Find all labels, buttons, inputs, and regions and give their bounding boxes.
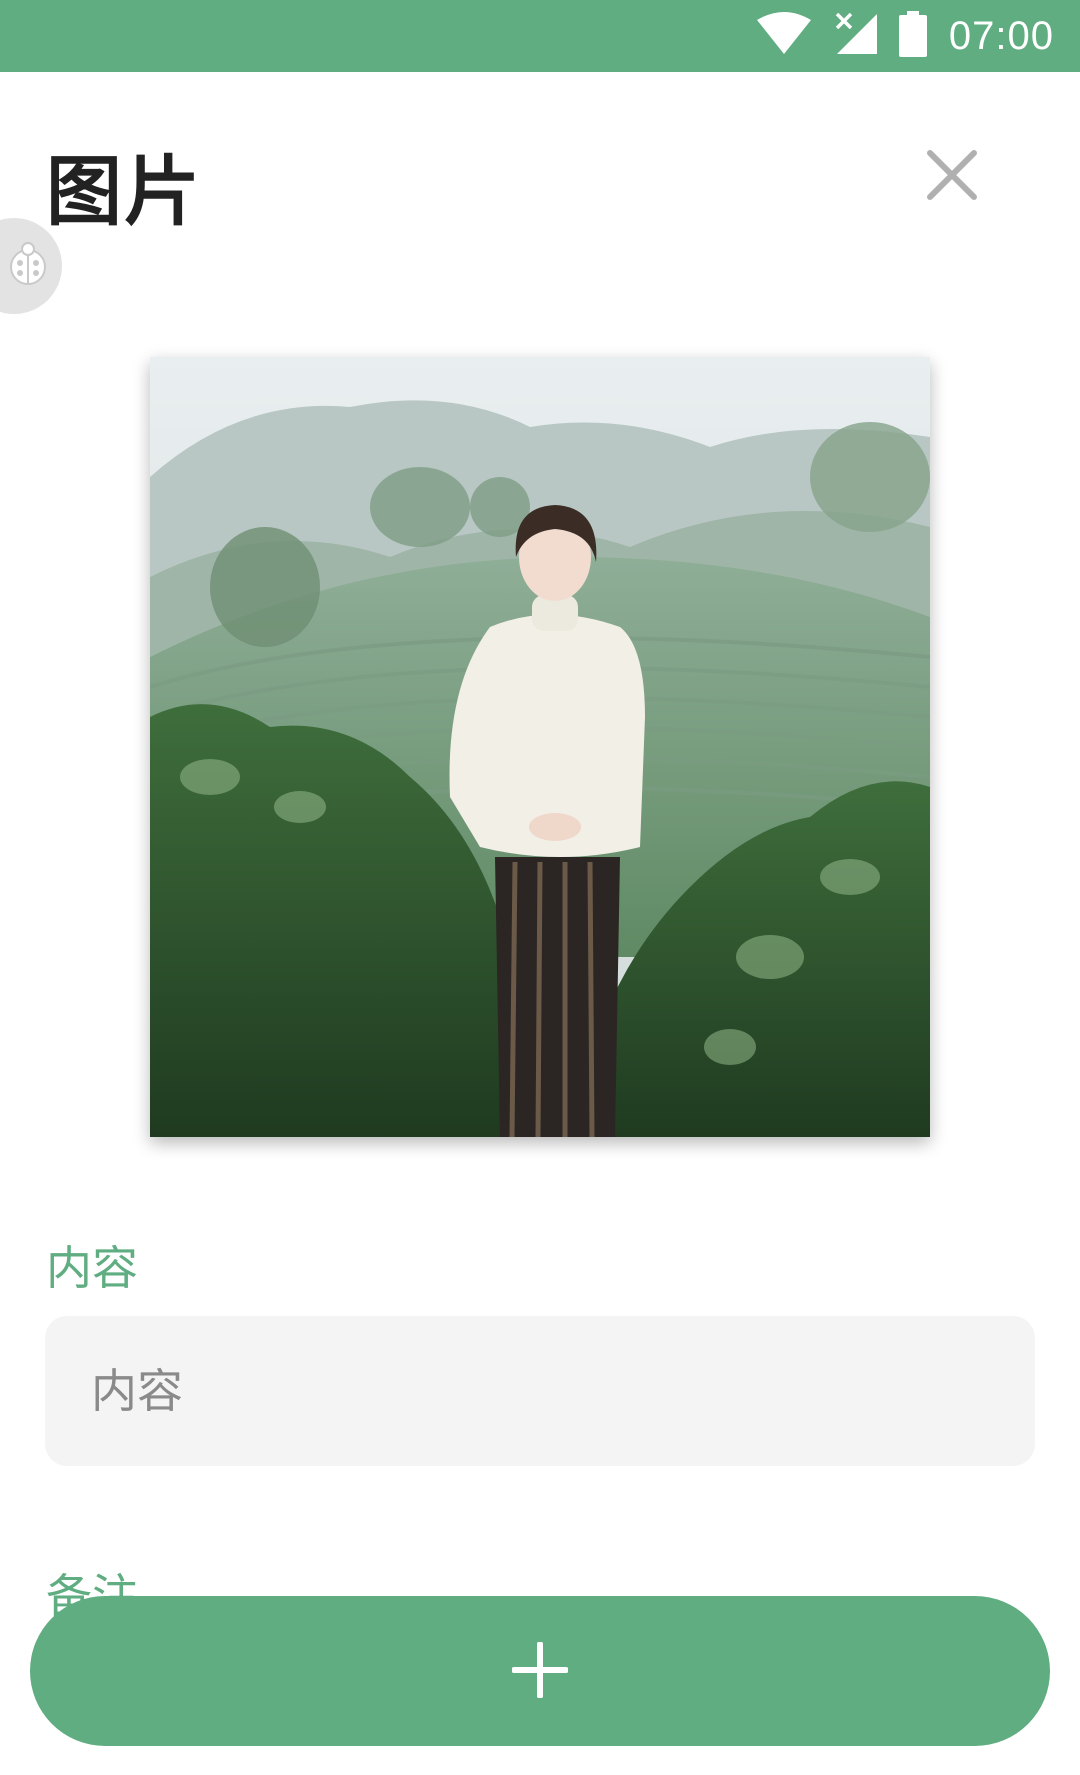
content-label: 内容 xyxy=(46,1241,138,1295)
status-time: 07:00 xyxy=(948,13,1054,58)
content-input[interactable] xyxy=(45,1316,1035,1466)
photo-preview[interactable] xyxy=(150,357,930,1137)
status-icons: 07:00 xyxy=(756,0,1054,72)
add-button[interactable] xyxy=(30,1596,1050,1746)
plus-icon xyxy=(511,1640,569,1701)
no-signal-icon xyxy=(833,12,877,60)
battery-icon xyxy=(898,11,927,61)
page-title: 图片 xyxy=(46,147,202,236)
ladybug-icon xyxy=(5,241,51,291)
photo-image xyxy=(150,357,930,1137)
status-bar: 07:00 xyxy=(0,0,1080,72)
close-icon xyxy=(924,147,980,207)
close-button[interactable] xyxy=(920,145,984,209)
wifi-icon xyxy=(756,12,811,60)
